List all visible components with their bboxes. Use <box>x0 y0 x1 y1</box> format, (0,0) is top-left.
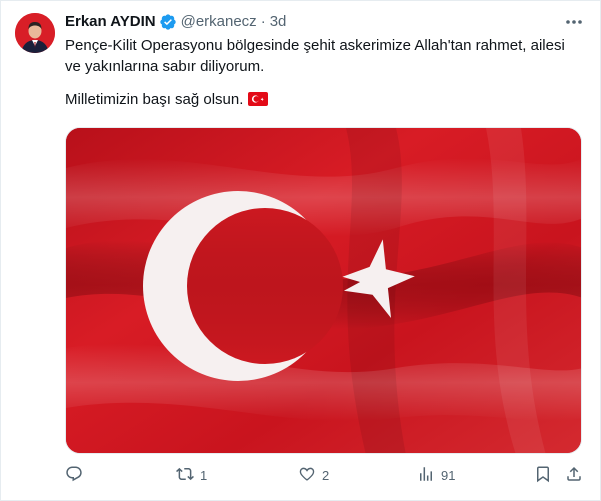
tweet-header: Erkan AYDIN @erkanecz · 3d <box>65 12 286 32</box>
avatar[interactable] <box>15 13 55 53</box>
separator-dot: · <box>260 13 266 30</box>
views-count: 91 <box>441 467 456 483</box>
retweet-icon <box>176 465 194 486</box>
turkey-flag-emoji-icon <box>248 91 269 112</box>
tweet-text-line: ve yakınlarına sabır diliyorum. <box>65 58 265 75</box>
tweet-card[interactable]: Erkan AYDIN @erkanecz · 3d Pençe-Kilit O… <box>0 0 601 501</box>
bookmark-icon <box>534 465 552 486</box>
retweet-button[interactable]: 1 <box>176 463 207 487</box>
heart-icon <box>298 465 316 486</box>
author-display-name[interactable]: Erkan AYDIN <box>65 12 156 32</box>
tweet-text: Pençe-Kilit Operasyonu bölgesinde şehit … <box>65 35 595 112</box>
share-button[interactable] <box>565 463 583 487</box>
more-options-icon[interactable] <box>563 13 585 31</box>
tweet-text-line: Pençe-Kilit Operasyonu bölgesinde şehit … <box>65 37 565 54</box>
tweet-media-image[interactable] <box>65 127 582 454</box>
reply-button[interactable] <box>65 463 83 487</box>
tweet-timestamp[interactable]: 3d <box>270 12 287 32</box>
retweet-count: 1 <box>200 467 208 483</box>
tweet-text-sentence: Milletimizin başı sağ olsun. <box>65 91 244 108</box>
tweet-text-line: Milletimizin başı sağ olsun. <box>65 89 595 112</box>
tweet-actions: 1 2 91 <box>65 463 585 487</box>
views-icon <box>417 465 435 486</box>
share-icon <box>565 465 583 486</box>
verified-badge-icon <box>159 13 177 31</box>
like-count: 2 <box>322 467 330 483</box>
author-handle[interactable]: @erkanecz <box>181 12 257 32</box>
views-button[interactable]: 91 <box>417 463 455 487</box>
like-button[interactable]: 2 <box>298 463 329 487</box>
reply-icon <box>65 465 83 486</box>
bookmark-button[interactable] <box>534 463 552 487</box>
